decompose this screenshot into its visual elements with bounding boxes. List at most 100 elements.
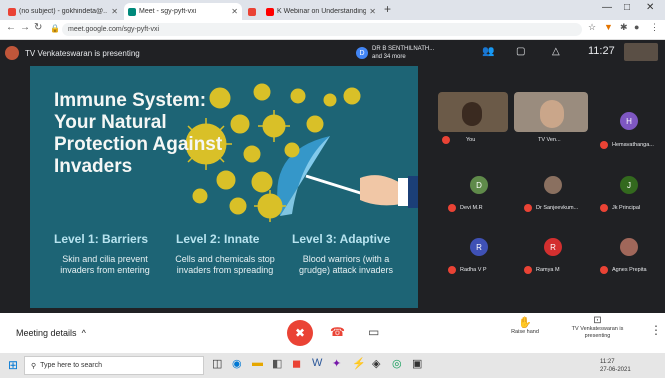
- attendee-name: DR B SENTHILNATH...: [372, 46, 435, 52]
- presenter-avatar: [5, 46, 19, 60]
- level-2-heading: Level 2: Innate: [176, 232, 260, 246]
- lock-icon[interactable]: 🔒: [50, 24, 60, 33]
- present-screen-icon: ⊡: [593, 315, 602, 326]
- muted-mic-icon: [448, 204, 456, 212]
- participant-avatar: R: [470, 238, 488, 256]
- presenting-button[interactable]: ⊡ TV Venkateswaran is presenting: [565, 315, 630, 340]
- self-view-thumbnail: [624, 43, 658, 61]
- muted-mic-icon: [600, 141, 608, 149]
- people-icon[interactable]: 👥: [482, 46, 494, 57]
- slide-title: Immune System: Your Natural Protection A…: [54, 90, 223, 177]
- word-icon[interactable]: W: [312, 357, 322, 369]
- app-icon[interactable]: ⚡: [352, 357, 366, 370]
- level-3-heading: Level 3: Adaptive: [292, 232, 391, 246]
- file-explorer-icon[interactable]: ▬: [252, 357, 263, 369]
- close-tab-icon[interactable]: ✕: [111, 7, 118, 16]
- youtube-icon: [266, 7, 274, 16]
- chrome-icon[interactable]: ◎: [392, 357, 402, 370]
- participant-avatar: [620, 238, 638, 256]
- muted-mic-icon: [524, 204, 532, 212]
- participant-avatar: R: [544, 238, 562, 256]
- meeting-clock: 11:27: [588, 45, 615, 57]
- raise-hand-button[interactable]: ✋ Raise hand: [507, 316, 543, 335]
- level-3-description: Blood warriors (with a grudge) attack in…: [298, 254, 394, 275]
- participant-name: Devi M.R: [460, 205, 483, 211]
- search-icon: ⚲: [31, 362, 37, 370]
- presentation-slide: Immune System: Your Natural Protection A…: [30, 66, 418, 308]
- windows-start-icon[interactable]: ⊞: [8, 358, 18, 372]
- close-tab-icon[interactable]: ✕: [231, 7, 238, 16]
- taskbar-search-input[interactable]: ⚲ Type here to search: [24, 356, 204, 375]
- browser-tab-meet[interactable]: Meet - sgy-pyft-vxi ✕: [124, 3, 242, 20]
- teams-icon[interactable]: ✦: [332, 357, 341, 370]
- new-tab-button[interactable]: +: [384, 2, 391, 16]
- extensions-puzzle-icon[interactable]: ✱: [620, 22, 628, 33]
- url-input[interactable]: meet.google.com/sgy-pyft-vxi: [62, 23, 582, 36]
- profile-avatar-icon[interactable]: ●: [634, 22, 639, 32]
- meet-icon: [128, 7, 136, 16]
- participant-name: Agnes Prepita: [612, 267, 647, 273]
- hand-icon: [360, 175, 402, 206]
- edge-icon[interactable]: ◉: [232, 357, 242, 370]
- close-window-button[interactable]: ✕: [646, 2, 654, 13]
- muted-mic-icon: [524, 266, 532, 274]
- leave-call-button[interactable]: ☎: [330, 325, 345, 339]
- level-1-heading: Level 1: Barriers: [54, 232, 149, 246]
- browser-tab-youtube[interactable]: K Webinar on Understanding C ✕: [262, 3, 380, 20]
- star-icon[interactable]: ☆: [588, 22, 596, 33]
- participant-name: Radha V P: [460, 267, 487, 273]
- participant-name: You: [466, 137, 476, 143]
- back-icon[interactable]: ←: [6, 22, 16, 33]
- attendee-avatar: D: [356, 47, 368, 59]
- participant-avatar: H: [620, 112, 638, 130]
- level-2-description: Cells and chemicals stop invaders from s…: [175, 254, 275, 275]
- maximize-button[interactable]: □: [624, 2, 630, 13]
- task-view-icon[interactable]: ◫: [212, 357, 222, 370]
- mic-off-icon: ✖: [294, 326, 306, 340]
- camera-button[interactable]: ▭: [368, 325, 379, 339]
- forward-icon[interactable]: →: [20, 22, 30, 33]
- system-clock[interactable]: 11:27: [600, 359, 615, 365]
- mic-off-button[interactable]: ✖: [287, 320, 313, 346]
- activities-icon[interactable]: △: [552, 46, 560, 57]
- system-date[interactable]: 27-06-2021: [600, 367, 631, 373]
- participant-name: Hemavathanga...: [612, 142, 654, 148]
- meeting-details-button[interactable]: Meeting details ^: [16, 328, 86, 338]
- muted-mic-icon: [600, 266, 608, 274]
- close-tab-icon[interactable]: ✕: [369, 7, 376, 16]
- gmail-icon: [8, 7, 16, 16]
- extension-icon[interactable]: ▼: [604, 22, 613, 32]
- participant-name: Jk Principal: [612, 205, 641, 211]
- attendee-chip[interactable]: D DR B SENTHILNATH... and 34 more: [356, 43, 452, 63]
- office-icon[interactable]: ◼: [292, 357, 301, 370]
- muted-mic-icon: [600, 204, 608, 212]
- store-icon[interactable]: ◧: [272, 357, 282, 370]
- app-icon[interactable]: ◈: [372, 357, 380, 370]
- participant-tile[interactable]: You: [438, 92, 508, 144]
- participant-video: [540, 100, 564, 128]
- participant-name: TV Ven...: [538, 137, 561, 143]
- phone-hangup-icon: ☎: [330, 325, 345, 339]
- reload-icon[interactable]: ↻: [34, 22, 42, 33]
- attendee-more: and 34 more: [372, 54, 406, 60]
- level-1-description: Skin and cilia prevent invaders from ent…: [60, 254, 150, 275]
- participant-avatar: D: [470, 176, 488, 194]
- participant-avatar: [544, 176, 562, 194]
- menu-kebab-icon[interactable]: ⋮: [650, 22, 659, 33]
- browser-tab-gmail[interactable]: (no subject) - gokhindeta@.. ✕: [4, 3, 122, 20]
- participant-name: Ramya M: [536, 267, 560, 273]
- camera-icon: ▭: [368, 325, 380, 339]
- chat-icon[interactable]: ▢: [516, 46, 525, 57]
- hand-icon: ✋: [518, 317, 532, 329]
- chevron-up-icon: ^: [79, 328, 86, 338]
- participant-tile[interactable]: TV Ven...: [514, 92, 588, 143]
- participant-name: Dr Sanjeevkum...: [536, 205, 579, 211]
- minimize-button[interactable]: —: [602, 2, 612, 13]
- app-icon[interactable]: ▣: [412, 357, 422, 370]
- muted-mic-icon: [448, 266, 456, 274]
- participant-video: [462, 102, 482, 126]
- presenter-label: TV Venkateswaran is presenting: [25, 48, 140, 58]
- browser-tab-pinned[interactable]: [244, 3, 258, 20]
- participant-avatar: J: [620, 176, 638, 194]
- more-options-icon[interactable]: ⋮: [650, 323, 662, 337]
